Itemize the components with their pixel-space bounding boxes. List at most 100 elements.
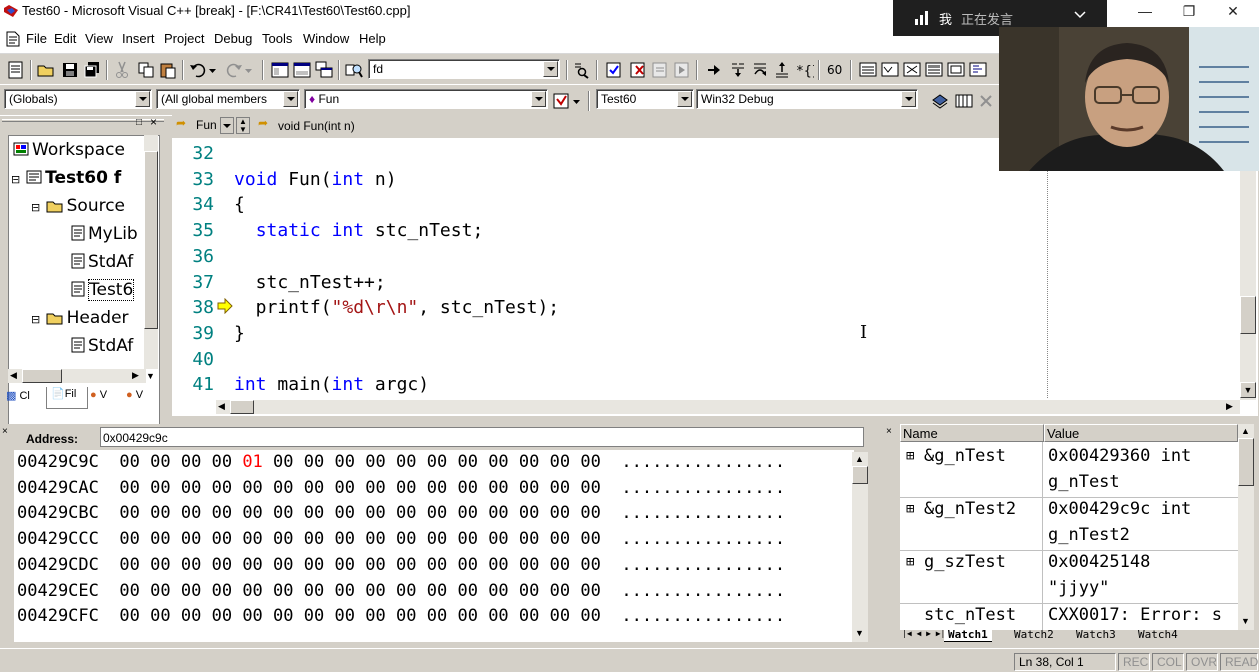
memory-byte[interactable]: 00 [457, 529, 477, 549]
memory-byte[interactable]: 00 [181, 478, 201, 498]
tree-file[interactable]: MyLib [71, 224, 138, 244]
memory-byte[interactable]: 00 [273, 503, 293, 523]
memory-byte[interactable]: 00 [457, 581, 477, 601]
tree-project[interactable]: ⊟ Test60 f [11, 168, 121, 188]
memory-byte[interactable]: 00 [242, 529, 262, 549]
memory-byte[interactable]: 00 [396, 478, 416, 498]
chevron-down-icon[interactable] [135, 91, 150, 107]
memory-byte[interactable]: 00 [304, 503, 324, 523]
memory-byte[interactable]: 00 [519, 478, 539, 498]
memory-byte[interactable]: 00 [304, 555, 324, 575]
memory-byte[interactable]: 00 [273, 452, 293, 472]
chevron-down-icon[interactable] [901, 91, 916, 107]
memory-row[interactable]: 00429CFC 00 00 00 00 00 00 00 00 00 00 0… [17, 606, 785, 626]
memory-byte[interactable]: 00 [181, 555, 201, 575]
memory-byte[interactable]: 01 [242, 452, 262, 472]
menu-file[interactable]: File [26, 31, 47, 46]
scrollbar-thumb[interactable] [852, 466, 868, 484]
scroll-up-icon[interactable]: ▲ [1241, 426, 1250, 436]
memory-byte[interactable]: 00 [550, 606, 570, 626]
memory-byte[interactable]: 00 [427, 555, 447, 575]
memory-byte[interactable]: 00 [150, 529, 170, 549]
editor-horizontal-scrollbar[interactable]: ◀ ▶ [216, 400, 1240, 414]
memory-byte[interactable]: 00 [457, 452, 477, 472]
function-combo[interactable]: ♦ Fun [304, 89, 548, 109]
memory-byte[interactable]: 00 [427, 503, 447, 523]
memory-byte[interactable]: 00 [212, 581, 232, 601]
memory-byte[interactable]: 00 [212, 503, 232, 523]
memory-byte[interactable]: 00 [365, 503, 385, 523]
tree-root[interactable]: Workspace [13, 140, 125, 160]
memory-byte[interactable]: 00 [273, 529, 293, 549]
memory-byte[interactable]: 00 [396, 529, 416, 549]
memory-byte[interactable]: 00 [119, 503, 139, 523]
call-stack-window-icon[interactable] [946, 60, 966, 80]
memory-byte[interactable]: 00 [150, 452, 170, 472]
memory-byte[interactable]: 00 [273, 581, 293, 601]
memory-byte[interactable]: 00 [335, 478, 355, 498]
build-minibar-icon[interactable] [930, 91, 950, 111]
memory-byte[interactable]: 00 [488, 581, 508, 601]
memory-byte[interactable]: 00 [212, 529, 232, 549]
nav-dropdown[interactable] [220, 117, 234, 134]
memory-byte[interactable]: 00 [396, 606, 416, 626]
memory-byte[interactable]: 00 [519, 606, 539, 626]
memory-byte[interactable]: 00 [119, 452, 139, 472]
memory-byte[interactable]: 00 [427, 478, 447, 498]
memory-byte[interactable]: 00 [335, 503, 355, 523]
doc-icon[interactable] [6, 31, 20, 47]
panel-close-icon[interactable]: × [2, 426, 8, 437]
memory-byte[interactable]: 00 [550, 529, 570, 549]
redo-dropdown-icon[interactable] [244, 60, 264, 80]
memory-byte[interactable]: 00 [119, 581, 139, 601]
memory-byte[interactable]: 00 [365, 452, 385, 472]
memory-byte[interactable]: 00 [580, 606, 600, 626]
memory-byte[interactable]: 00 [580, 581, 600, 601]
memory-byte[interactable]: 00 [550, 478, 570, 498]
find-in-files-icon[interactable] [344, 60, 364, 80]
memory-byte[interactable]: 00 [550, 503, 570, 523]
tab-watch1[interactable]: Watch1 [944, 628, 992, 642]
memory-byte[interactable]: 00 [181, 606, 201, 626]
save-icon[interactable] [60, 60, 80, 80]
step-into-icon[interactable] [728, 60, 748, 80]
disassembly-window-icon[interactable] [968, 60, 988, 80]
close-button[interactable]: ✕ [1218, 2, 1248, 22]
collapse-icon[interactable]: ⊟ [31, 313, 40, 326]
memory-byte[interactable]: 00 [550, 555, 570, 575]
build-icon[interactable] [628, 60, 648, 80]
scroll-left-icon[interactable]: ◀ [10, 370, 17, 381]
scrollbar-thumb[interactable] [144, 151, 158, 329]
config-combo[interactable]: Win32 Debug [696, 89, 918, 109]
memory-byte[interactable]: 00 [119, 478, 139, 498]
watch-window-icon[interactable] [858, 60, 878, 80]
redo-icon[interactable] [224, 60, 244, 80]
wizard-actions-icon[interactable] [552, 91, 572, 111]
memory-byte[interactable]: 00 [396, 452, 416, 472]
memory-byte[interactable]: 00 [550, 452, 570, 472]
watch-name[interactable]: g_szTest [924, 552, 1006, 572]
memory-row[interactable]: 00429CEC 00 00 00 00 00 00 00 00 00 00 0… [17, 581, 785, 601]
tab-scroll-icons[interactable]: |◀ ◀ ▶ ▶| [902, 629, 945, 638]
memory-byte[interactable]: 00 [335, 529, 355, 549]
memory-byte[interactable]: 00 [150, 478, 170, 498]
tree-folder-header[interactable]: ⊟ Header [31, 308, 129, 328]
new-text-file-icon[interactable] [6, 60, 26, 80]
variables-window-icon[interactable] [880, 60, 900, 80]
chevron-down-icon[interactable] [677, 91, 692, 107]
memory-byte[interactable]: 00 [519, 503, 539, 523]
memory-byte[interactable]: 00 [457, 606, 477, 626]
memory-byte[interactable]: 00 [365, 529, 385, 549]
memory-byte[interactable]: 00 [273, 606, 293, 626]
tree-file[interactable]: StdAf [71, 336, 133, 356]
tab-watch2[interactable]: Watch2 [1010, 628, 1058, 641]
memory-byte[interactable]: 00 [427, 606, 447, 626]
memory-row[interactable]: 00429CAC 00 00 00 00 00 00 00 00 00 00 0… [17, 478, 785, 498]
memory-byte[interactable]: 00 [580, 452, 600, 472]
tree-folder-source[interactable]: ⊟ Source [31, 196, 125, 216]
watch-value-header[interactable]: Value [1044, 424, 1238, 442]
menu-window[interactable]: Window [303, 31, 349, 46]
scroll-right-icon[interactable]: ▶ [1226, 401, 1233, 412]
scrollbar-thumb[interactable] [22, 369, 62, 383]
expand-icon[interactable]: ⊞ [906, 448, 914, 464]
